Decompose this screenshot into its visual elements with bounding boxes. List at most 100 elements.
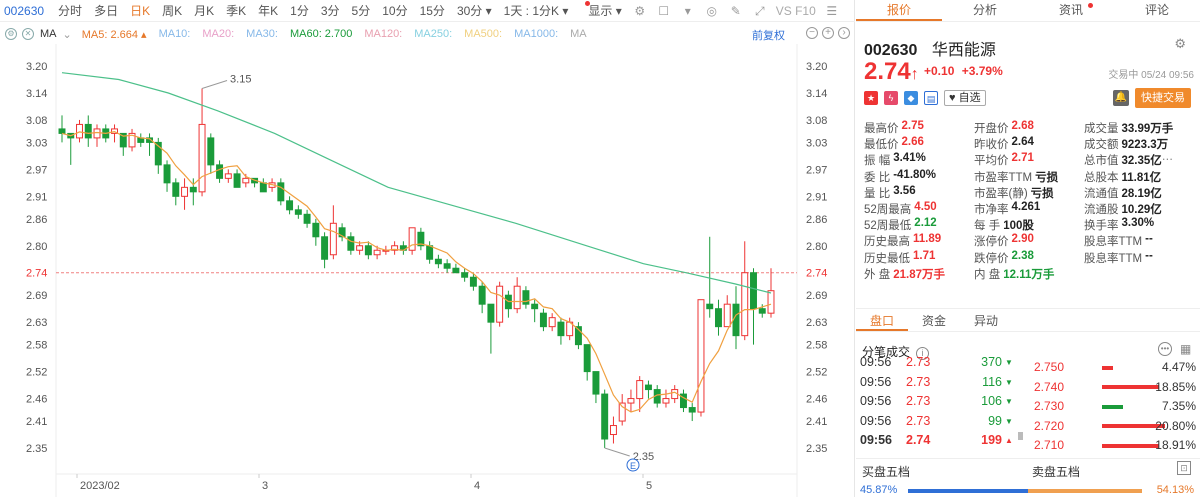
tab-movement[interactable]: 异动 [960, 309, 1012, 331]
minus-circle-icon[interactable]: − [806, 27, 818, 39]
pencil-icon[interactable]: ✎ [729, 4, 743, 18]
trade-volume: 106 [981, 394, 1002, 408]
candle-body [84, 123, 92, 139]
stat-value: 亏损 [1030, 187, 1054, 200]
checkbox-icon[interactable]: ☐ [657, 4, 671, 18]
ma-item[interactable]: MA [570, 28, 587, 41]
quick-trade-button[interactable]: 快捷交易 [1135, 88, 1191, 108]
period-tab[interactable]: 月K [188, 2, 220, 19]
stat-value: 4.50 [914, 200, 937, 213]
period-tab[interactable]: 季K [220, 2, 252, 19]
y-tick-label: 2.63 [26, 317, 47, 329]
book-price: 2.720 [1034, 418, 1065, 433]
stat-label: 跌停价 [974, 252, 1009, 265]
period-tab[interactable]: 5分 [346, 2, 377, 19]
next-icon[interactable]: › [838, 27, 850, 39]
stat-value: 11.89 [913, 233, 942, 246]
period-tab[interactable]: 年K [252, 2, 284, 19]
close-icon[interactable]: ✕ [22, 28, 34, 40]
candle-body [452, 267, 460, 274]
x-tick-label: 4 [474, 480, 480, 492]
table-icon[interactable]: ▦ [1180, 342, 1191, 356]
ma-item[interactable]: MA30: [246, 28, 278, 41]
alarm-bell-icon[interactable]: 🔔 [1113, 90, 1129, 106]
vs-f10-button[interactable]: VS F10 [772, 4, 820, 18]
stock-code-tab[interactable]: 002630 [0, 4, 52, 18]
lightning-icon[interactable]: ϟ [884, 91, 898, 105]
book-icon[interactable]: ▤ [924, 91, 938, 105]
tab-comments[interactable]: 评论 [1114, 0, 1200, 21]
stat-label: 开盘价 [974, 123, 1009, 135]
camera-icon[interactable]: ◎ [705, 4, 719, 18]
period-tab[interactable]: 日K [124, 2, 156, 19]
ma-item[interactable]: MA60: 2.700 [290, 28, 352, 41]
order-book: 2.750 4.47% 2.740 18.85% 2.730 7.35% 2.720 20.8… [1032, 358, 1200, 452]
ma-item[interactable]: MA10: [159, 28, 191, 41]
tag-icon[interactable]: ◆ [904, 91, 918, 105]
chevron-down-icon[interactable]: ⌄ [63, 28, 72, 41]
stat-value: 3.41% [893, 152, 926, 165]
trade-time: 09:56 [860, 374, 892, 389]
more-icon[interactable]: ••• [1158, 342, 1172, 356]
ma-item[interactable]: MA1000: [514, 28, 558, 41]
more-icon[interactable]: ⋯ [1162, 152, 1174, 168]
settings-icon[interactable]: ⚙ [633, 4, 647, 18]
list-icon[interactable]: ☰ [825, 4, 839, 18]
ma-item[interactable]: MA250: [414, 28, 452, 41]
tab-pankou[interactable]: 盘口 [856, 309, 909, 331]
stat-cell: 委 比 -41.80% [864, 169, 974, 185]
stat-label: 涨停价 [974, 236, 1009, 249]
period-tab[interactable]: 15分 [414, 2, 451, 19]
trade-time: 交易中 05/24 09:56 [1108, 70, 1194, 81]
stat-cell: 流通股 10.29亿 [1084, 201, 1198, 217]
range-select[interactable]: 1天 : 1分K ▾ [498, 2, 575, 19]
tab-quote[interactable]: 报价 [856, 0, 942, 21]
trade-list[interactable]: 09:56 2.73 370 ▼ 09:56 2.73 116 ▼ 09:56 2.73 106 ▼ 0… [860, 353, 1030, 447]
stat-label: 外 盘 [864, 268, 891, 281]
ma-item[interactable]: MA500: [464, 28, 502, 41]
ma-item[interactable]: MA20: [202, 28, 234, 41]
y-tick-label: 2.80 [26, 241, 47, 253]
gear-icon[interactable]: ⚙ [1174, 36, 1186, 52]
period-tab[interactable]: 3分 [315, 2, 346, 19]
expand-icon[interactable]: ⤢ [753, 4, 767, 18]
fuquan-toggle[interactable]: 前复权 [752, 27, 785, 43]
candle-body [741, 272, 749, 337]
period-tab[interactable]: 10分 [376, 2, 413, 19]
stat-cell: 跌停价 2.38 [974, 250, 1084, 266]
stat-cell: 成交量 33.99万手 [1084, 120, 1198, 136]
stats-grid: 最高价 2.75 开盘价 2.68 成交量 33.99万手 最低价 2.66 昨收价 2.64 成交… [864, 120, 1198, 282]
scrollbar[interactable] [1018, 432, 1023, 440]
buy-five-label[interactable]: 买盘五档 [862, 463, 910, 480]
stat-cell: 总股本 11.81亿 [1084, 169, 1198, 185]
y-tick-label: 2.41 [26, 416, 47, 428]
y-tick-label: 3.03 [806, 137, 827, 149]
chevron-down-icon[interactable]: ▾ [681, 4, 695, 18]
stat-value: 3.56 [893, 184, 916, 197]
watchlist-button[interactable]: ♥ 自选 [944, 90, 986, 106]
expand-icon[interactable]: ⊡ [1177, 461, 1191, 475]
flag-icon[interactable]: ★ [864, 91, 878, 105]
period-tab[interactable]: 周K [156, 2, 188, 19]
tab-analysis[interactable]: 分析 [942, 0, 1028, 21]
candle-body [181, 186, 189, 197]
stats-row: 量 比 3.56 市盈率(静) 亏损 流通值 28.19亿 [864, 185, 1198, 201]
candle-body [233, 173, 241, 188]
tab-funds[interactable]: 资金 [908, 309, 960, 331]
stat-value: 21.87万手 [893, 268, 945, 281]
tab-news[interactable]: 资讯 [1028, 0, 1114, 21]
ma-item[interactable]: MA120: [364, 28, 402, 41]
plus-circle-icon[interactable]: + [822, 27, 834, 39]
period-tab[interactable]: 30分 ▾ [451, 2, 498, 19]
trade-price: 2.74 [906, 433, 931, 447]
kline-chart[interactable]: 3.20 3.20 3.14 3.14 3.08 3.08 3.03 3.03 2.97 2.97… [0, 44, 855, 497]
period-tab[interactable]: 多日 [88, 2, 124, 19]
stat-cell: 总市值 32.35亿 ⋯ [1084, 152, 1198, 168]
sell-five-label[interactable]: 卖盘五档 [1032, 463, 1080, 480]
period-tab[interactable]: 1分 [284, 2, 315, 19]
stat-label: 换手率 [1084, 220, 1119, 233]
stat-label: 总市值 [1084, 155, 1119, 168]
period-tab[interactable]: 分时 [52, 2, 88, 19]
ma-item[interactable]: MA5: 2.664 ▴ [82, 28, 147, 41]
settings-icon[interactable]: ⚙ [5, 28, 17, 40]
